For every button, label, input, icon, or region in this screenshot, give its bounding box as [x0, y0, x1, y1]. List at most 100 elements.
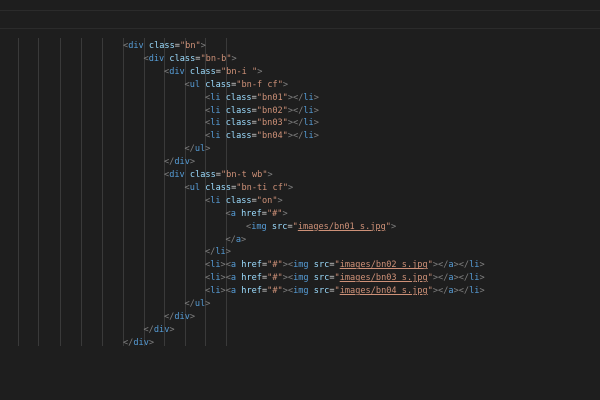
- code-tag-name: li: [215, 247, 226, 258]
- code-attribute: href: [241, 286, 262, 297]
- code-punctuation: >: [313, 92, 319, 103]
- code-line[interactable]: </ul>: [185, 143, 211, 156]
- code-line[interactable]: <ul class="bn-f cf">: [185, 79, 289, 92]
- code-punctuation: >: [241, 234, 247, 245]
- code-line[interactable]: <div class="bn">: [123, 40, 206, 53]
- code-punctuation: </: [123, 337, 134, 348]
- code-tag-name: div: [174, 157, 190, 168]
- code-tag-name: div: [169, 170, 185, 180]
- code-line[interactable]: </div>: [164, 311, 195, 324]
- code-tag-name: li: [210, 286, 221, 297]
- code-punctuation: >: [479, 273, 485, 284]
- code-line[interactable]: <li><a href="#"><img src="images/bn04_s.…: [205, 285, 485, 298]
- code-punctuation: >: [200, 41, 206, 51]
- code-line[interactable]: </li>: [205, 246, 231, 259]
- indent-guide: [123, 38, 124, 346]
- code-line[interactable]: <a href="#">: [226, 208, 288, 221]
- code-path-link[interactable]: images/bn02_s.jpg: [340, 260, 428, 270]
- code-tag-name: li: [210, 131, 221, 142]
- code-line[interactable]: <div class="bn-t wb">: [164, 169, 273, 182]
- code-punctuation: ><: [220, 260, 231, 271]
- code-string: "bn01": [256, 92, 288, 103]
- code-attribute: class: [225, 195, 252, 206]
- code-line[interactable]: <ul class="bn-ti cf">: [185, 182, 294, 195]
- code-line[interactable]: <li class="bn03"></li>: [205, 117, 319, 130]
- code-tag-name: div: [153, 324, 170, 335]
- code-tag-name: div: [169, 66, 185, 77]
- code-path-link[interactable]: images/bn04_s.jpg: [340, 286, 428, 296]
- code-attribute: src: [271, 221, 288, 232]
- code-tag-name: div: [174, 311, 190, 322]
- code-line[interactable]: <li class="bn02"></li>: [205, 105, 319, 118]
- code-punctuation: ><: [282, 260, 294, 271]
- code-string: "bn-t wb": [220, 170, 268, 180]
- code-path-link[interactable]: images/bn03_s.jpg: [340, 273, 428, 283]
- code-attribute: class: [189, 170, 216, 180]
- code-line[interactable]: <li class="on">: [205, 195, 283, 208]
- code-tag-name: img: [293, 273, 309, 284]
- code-string: "bn": [179, 41, 201, 51]
- code-line[interactable]: <li><a href="#"><img src="images/bn02_s.…: [205, 259, 485, 272]
- code-line[interactable]: </div>: [123, 337, 154, 350]
- code-punctuation: >: [313, 118, 319, 129]
- code-attribute: class: [169, 53, 196, 64]
- code-line[interactable]: </ul>: [185, 298, 211, 311]
- editor-divider: [0, 28, 600, 29]
- code-attribute: class: [225, 118, 252, 129]
- code-tag-name: ul: [189, 182, 201, 193]
- code-attribute: class: [189, 66, 216, 77]
- code-string: "bn-i ": [220, 66, 258, 77]
- code-path-link[interactable]: images/bn01_s.jpg: [298, 222, 386, 232]
- code-string: "bn03": [256, 118, 288, 129]
- indent-guide: [144, 38, 145, 346]
- code-tag-name: div: [133, 337, 149, 348]
- code-punctuation: >: [313, 105, 319, 116]
- code-punctuation: ></: [287, 92, 304, 103]
- code-punctuation: </: [143, 324, 154, 335]
- code-line[interactable]: <img src="images/bn01_s.jpg">: [246, 221, 396, 234]
- indent-guide: [81, 38, 82, 346]
- code-tag-name: li: [303, 105, 314, 116]
- code-punctuation: >: [205, 144, 211, 155]
- code-line[interactable]: </div>: [144, 324, 175, 337]
- code-punctuation: >: [257, 66, 263, 77]
- code-line[interactable]: <div class="bn-i ">: [164, 66, 262, 79]
- indent-guides: [0, 38, 600, 346]
- code-attribute: class: [225, 92, 252, 103]
- code-punctuation: ></: [287, 105, 304, 116]
- code-tag-name: li: [469, 260, 480, 271]
- code-tag-name: li: [210, 260, 221, 271]
- indent-guide: [102, 38, 103, 346]
- code-punctuation: ><: [282, 273, 294, 284]
- code-string: "bn04": [256, 131, 288, 142]
- code-punctuation: >: [225, 247, 231, 258]
- code-string: "#": [267, 273, 283, 284]
- code-line[interactable]: </a>: [226, 234, 247, 247]
- code-punctuation: >: [390, 221, 397, 232]
- indent-guide: [60, 38, 61, 346]
- code-line[interactable]: <li class="bn01"></li>: [205, 92, 319, 105]
- code-line[interactable]: <li class="bn04"></li>: [205, 130, 319, 143]
- code-string: "bn-b": [200, 53, 232, 64]
- code-tag-name: img: [293, 286, 309, 297]
- code-string: "#": [267, 286, 283, 297]
- code-punctuation: ><: [220, 286, 231, 297]
- code-punctuation: >: [231, 53, 237, 64]
- code-punctuation: >: [479, 286, 485, 297]
- code-tag-name: ul: [194, 299, 206, 309]
- code-line[interactable]: </div>: [164, 156, 195, 169]
- code-punctuation: ></: [453, 260, 470, 271]
- code-attribute: class: [225, 105, 252, 116]
- code-punctuation: </: [184, 144, 195, 155]
- code-tag-name: img: [293, 260, 309, 271]
- code-punctuation: ></: [287, 118, 304, 129]
- code-punctuation: ></: [432, 286, 449, 297]
- code-line[interactable]: <li><a href="#"><img src="images/bn03_s.…: [205, 272, 485, 285]
- code-punctuation: >: [479, 260, 485, 271]
- code-tag-name: li: [303, 92, 314, 103]
- code-punctuation: ><: [282, 286, 294, 297]
- code-editor[interactable]: <div class="bn"> <div class="bn-b"> <div c…: [0, 0, 600, 400]
- code-line[interactable]: <div class="bn-b">: [144, 53, 237, 66]
- code-punctuation: ></: [432, 273, 449, 284]
- code-attribute: href: [241, 260, 262, 271]
